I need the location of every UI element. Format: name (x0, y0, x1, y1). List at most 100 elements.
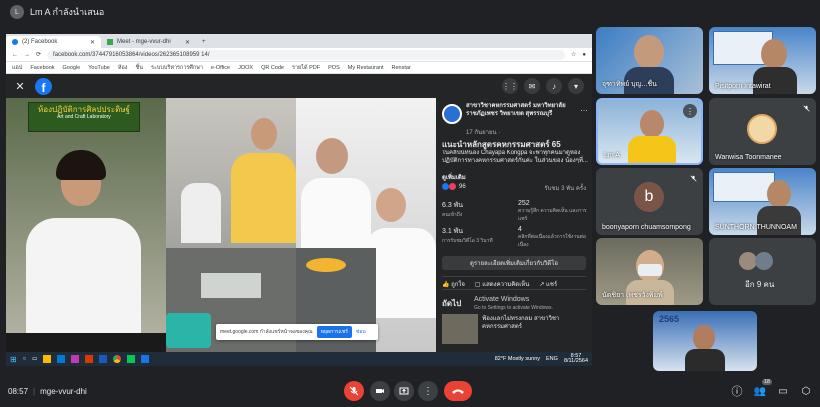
close-icon[interactable]: ✕ (90, 39, 95, 46)
page-name[interactable]: สาขาวิชาคหกรรมศาสตร์ มหาวิทยาลัยราชภัฏเพ… (466, 103, 574, 118)
share-button[interactable]: ↗ แชร์ (539, 279, 557, 289)
language-indicator[interactable]: ENG (546, 356, 558, 362)
close-video-icon[interactable]: ✕ (11, 77, 29, 95)
more-options-icon[interactable]: … (580, 104, 588, 113)
folder-icon[interactable] (43, 355, 52, 363)
close-icon[interactable]: ✕ (185, 39, 190, 46)
back-icon[interactable]: ← (12, 52, 18, 58)
word-icon[interactable] (99, 355, 108, 363)
participant-tile[interactable]: SUNTHORN THUNNOAM (709, 168, 816, 235)
video-panel-left: ห้องปฏิบัติการศิลปประดิษฐ์ Art and Craft… (6, 98, 166, 352)
participant-tile[interactable]: Wanwisa Toonmanee (709, 98, 816, 165)
bookmark-item[interactable]: ชิ้น (136, 64, 144, 72)
page-avatar[interactable] (442, 104, 462, 124)
taskbar-clock[interactable]: 8:57 8/11/2564 (564, 353, 588, 365)
photoshop-icon[interactable] (71, 355, 80, 363)
like-button[interactable]: 👍 ถูกใจ (442, 279, 465, 289)
meeting-code[interactable]: mge-vvur-dhi (40, 387, 87, 396)
url-field[interactable]: facebook.com/37447916053864/videos/26236… (47, 49, 565, 60)
participant-face (634, 35, 664, 69)
more-vert-icon: ⋮ (423, 385, 433, 397)
chrome-icon[interactable] (113, 355, 122, 363)
participant-name: SUNTHORN THUNNOAM (715, 224, 797, 231)
bookmark-item[interactable]: ห้อง (118, 64, 128, 72)
tray (201, 273, 261, 298)
comment-label: แสดงความคิดเห็น (482, 282, 530, 288)
mic-off-icon (349, 386, 359, 396)
facebook-icon (12, 39, 18, 45)
share-icon: ↗ (539, 282, 545, 288)
hide-share-button[interactable]: ซ่อน (356, 328, 366, 336)
boost-button[interactable]: ดูรายละเอียดเพิ่มเติมเกี่ยวกับวิดีโอ (442, 256, 586, 270)
insight-value: 6.3 พัน (442, 202, 464, 209)
reaction-summary[interactable]: 96 (442, 183, 466, 190)
camera-toggle-button[interactable] (370, 381, 390, 401)
see-more-link[interactable]: ดูเพิ่มเติม (442, 172, 466, 182)
notifications-icon[interactable]: ♪ (546, 78, 562, 94)
thumbs-up-icon: 👍 (442, 282, 450, 288)
like-reaction-icon (442, 183, 449, 190)
search-icon[interactable]: ○ (23, 356, 26, 362)
participant-tile[interactable]: จุฑาทิพย์ บุญ...ชื่น (596, 27, 703, 94)
bookmark-item[interactable]: รายได้ PDF (292, 64, 320, 72)
background-poster (713, 172, 775, 202)
menu-grid-icon[interactable]: ⋮⋮ (502, 78, 518, 94)
meeting-details-button[interactable]: ⓘ (727, 381, 747, 401)
bookmark-item[interactable]: Facebook (30, 65, 54, 71)
windows-start-icon[interactable]: ⊞ (10, 355, 17, 364)
present-button[interactable] (394, 381, 414, 401)
bookmark-item[interactable]: JOOX (238, 65, 253, 71)
participant-tile[interactable]: b boonyaporn chuamsompong (596, 168, 703, 235)
camera-icon (376, 389, 384, 393)
insight-value: 3.1 พัน (442, 228, 464, 235)
girl-shirt-two (366, 228, 436, 318)
next-item-title[interactable]: ฟ้องแลกไม่ทรงกลม สาขาวิชาคหกรรมศาสตร์ (482, 316, 588, 332)
lab-sign-sub: Art and Craft Laboratory (57, 113, 111, 120)
store-icon[interactable] (57, 355, 66, 363)
account-icon[interactable]: ▾ (568, 78, 584, 94)
activities-button[interactable]: ⬡ (796, 381, 816, 401)
star-icon[interactable]: ☆ (571, 51, 576, 58)
stop-share-button[interactable]: หยุดการแชร์ (316, 326, 352, 338)
line-icon[interactable] (127, 355, 136, 363)
reload-icon[interactable]: ⟳ (36, 51, 41, 58)
bookmark-item[interactable]: POS (328, 65, 340, 71)
facebook-logo-icon[interactable]: f (35, 77, 52, 95)
more-participants-tile[interactable]: อีก 9 คน (709, 238, 816, 305)
bookmark-item[interactable]: YouTube (88, 65, 110, 71)
bookmark-item[interactable]: e-Office (211, 65, 230, 71)
bookmark-item[interactable]: Google (63, 65, 81, 71)
forward-icon[interactable]: → (24, 52, 30, 58)
more-options-button[interactable]: ⋮ (418, 381, 438, 401)
next-thumbnail[interactable] (442, 314, 478, 344)
tab-facebook[interactable]: (2) Facebook ✕ (6, 36, 101, 48)
participant-tile[interactable]: นัดชิยา เพชรวังพิมพ์ (596, 238, 703, 305)
meet-app-icon[interactable] (141, 355, 150, 363)
participant-name: Pisitporn Intawirat (715, 83, 771, 90)
leave-call-button[interactable] (444, 381, 472, 401)
tab-meet[interactable]: Meet - mge-vvur-dhi ✕ (101, 36, 196, 48)
messenger-icon[interactable]: ✉ (524, 78, 540, 94)
mic-toggle-button[interactable] (344, 381, 364, 401)
new-tab-button[interactable]: + (196, 36, 212, 48)
people-button[interactable]: 👥 18 (750, 379, 772, 401)
bookmark-item[interactable]: Renstar (392, 65, 411, 71)
bookmark-item[interactable]: แอป (12, 64, 22, 72)
participant-tile-active[interactable]: ⋮ Lm A (596, 98, 703, 165)
participant-name: นัดชิยา เพชรวังพิมพ์ (602, 292, 663, 299)
shared-screen: (2) Facebook ✕ Meet - mge-vvur-dhi ✕ + ←… (6, 34, 592, 366)
profile-icon[interactable]: ● (582, 52, 586, 58)
self-view-tile[interactable]: 2565 (653, 311, 757, 371)
bookmark-item[interactable]: My Restaurant (348, 65, 384, 71)
participant-tile[interactable]: Pisitporn Intawirat (709, 27, 816, 94)
chat-button[interactable]: ▭ (773, 381, 793, 401)
powerpoint-icon[interactable] (85, 355, 94, 363)
comment-button[interactable]: ▢ แสดงความคิดเห็น (475, 279, 529, 289)
weather-text[interactable]: 82°F Mostly sunny (495, 356, 540, 362)
more-options-icon[interactable]: ⋮ (683, 104, 697, 118)
bookmark-item[interactable]: ระบบบริหารการศึกษา (151, 64, 203, 72)
video-player[interactable]: ห้องปฏิบัติการศิลปประดิษฐ์ Art and Craft… (6, 98, 436, 352)
info-icon: ⓘ (731, 386, 743, 398)
bookmark-item[interactable]: QR Code (261, 65, 284, 71)
task-view-icon[interactable]: ▭ (32, 356, 37, 362)
